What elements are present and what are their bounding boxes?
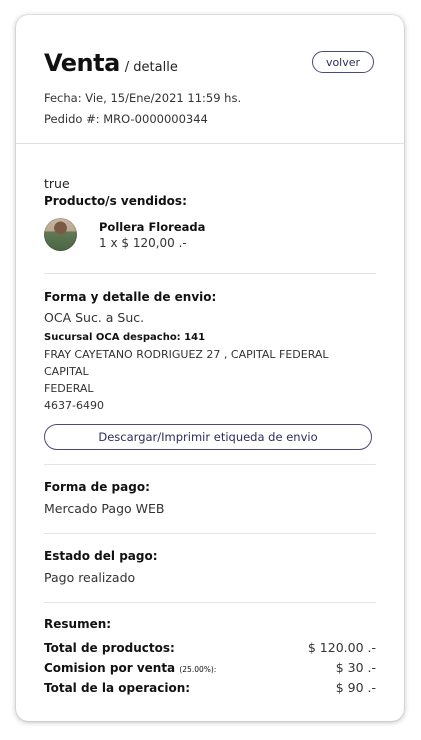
summary-row-products: Total de productos: $ 120.00 .- [44, 640, 376, 655]
payment-status-section: Estado del pago: Pago realizado [44, 534, 376, 602]
product-thumbnail [44, 218, 77, 251]
sale-date: Fecha: Vie, 15/Ene/2021 11:59 hs. [44, 91, 242, 105]
print-label-button[interactable]: Descargar/Imprimir etiqueda de envio [44, 424, 372, 450]
payment-method: Mercado Pago WEB [44, 501, 165, 516]
back-button[interactable]: volver [312, 51, 374, 73]
commission-label: Comision por venta (25.00%): [44, 661, 216, 675]
shipping-section: Forma y detalle de envio: OCA Suc. a Suc… [44, 274, 376, 450]
commission-label-text: Comision por venta [44, 661, 176, 675]
total-products-value: $ 120.00 .- [307, 640, 376, 655]
total-operation-label: Total de la operacion: [44, 681, 191, 695]
product-item: Pollera Floreada 1 x $ 120,00 .- [44, 218, 376, 251]
product-name: Pollera Floreada [99, 219, 206, 234]
commission-percent: (25.00%): [179, 665, 217, 674]
products-title: Producto/s vendidos: [44, 194, 187, 208]
total-products-label: Total de productos: [44, 641, 175, 655]
payment-title: Forma de pago: [44, 480, 150, 494]
sale-detail-card: Venta / detalle volver Fecha: Vie, 15/En… [16, 15, 404, 721]
shipping-phone: 4637-6490 [44, 399, 104, 412]
commission-value: $ 30 .- [335, 660, 376, 675]
header: Venta / detalle volver Fecha: Vie, 15/En… [16, 15, 404, 144]
payment-section: Forma de pago: Mercado Pago WEB [44, 465, 376, 533]
product-info: Pollera Floreada 1 x $ 120,00 .- [99, 220, 205, 250]
address-line-1: FRAY CAYETANO RODRIGUEZ 27 , CAPITAL FED… [44, 348, 329, 378]
payment-status-title: Estado del pago: [44, 549, 158, 563]
summary-row-commission: Comision por venta (25.00%): $ 30 .- [44, 660, 376, 675]
address-line-2: FEDERAL [44, 382, 94, 395]
content: true Producto/s vendidos: Pollera Florea… [16, 176, 404, 695]
misc-text: true [44, 176, 70, 191]
summary-section: Resumen: Total de productos: $ 120.00 .-… [44, 603, 376, 695]
shipping-method: OCA Suc. a Suc. [44, 310, 145, 325]
title-sub: / detalle [124, 60, 178, 75]
shipping-branch: Sucursal OCA despacho: 141 [44, 332, 206, 343]
title-main: Venta [44, 49, 120, 77]
order-number: Pedido #: MRO-0000000344 [44, 112, 208, 126]
product-qty-price: 1 x $ 120,00 .- [99, 235, 187, 250]
summary-row-total: Total de la operacion: $ 90 .- [44, 680, 376, 695]
total-operation-value: $ 90 .- [335, 680, 376, 695]
shipping-address: FRAY CAYETANO RODRIGUEZ 27 , CAPITAL FED… [44, 346, 376, 414]
shipping-title: Forma y detalle de envio: [44, 290, 217, 304]
summary-title: Resumen: [44, 617, 112, 631]
payment-status-value: Pago realizado [44, 570, 136, 585]
page-title: Venta / detalle [44, 49, 178, 77]
